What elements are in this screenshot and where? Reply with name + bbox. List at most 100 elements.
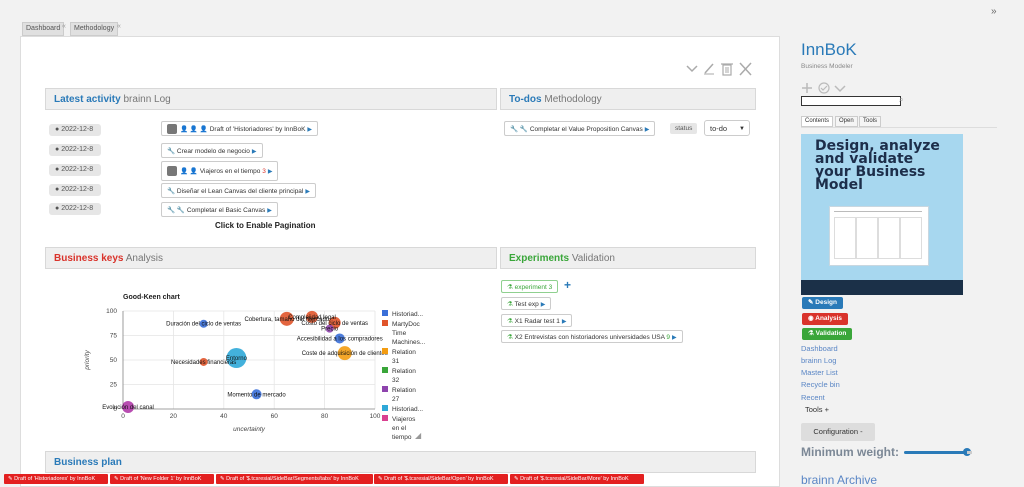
minimum-weight-label: Minimum weight: bbox=[801, 445, 899, 459]
experiment-item[interactable]: ⚗ experiment 3 bbox=[501, 280, 559, 293]
todos-header: To-dos Methodology bbox=[500, 88, 756, 110]
latest-activity-title: Latest activity bbox=[54, 94, 121, 105]
main-content: Latest activity brainn Log ● 2022-12-8 ●… bbox=[20, 36, 780, 487]
activity-date: ● 2022-12-8 bbox=[49, 144, 101, 156]
resize-handle-icon[interactable]: ◢ bbox=[415, 431, 421, 440]
cover-headline: Design, analyze and validate your Busine… bbox=[815, 138, 940, 193]
breadcrumb-methodology[interactable]: Methodology bbox=[70, 22, 119, 36]
data-label: Duración del ciclo de ventas bbox=[166, 322, 241, 328]
app-subtitle: Business Modeler bbox=[801, 63, 853, 70]
draft-tab[interactable]: ✎ Draft of 'New Folder 1' by InnBoK bbox=[110, 474, 214, 484]
breadcrumb-dashboard[interactable]: Dashboard bbox=[22, 22, 65, 36]
tab-divider bbox=[801, 127, 997, 128]
x-tick-label: 0 bbox=[121, 413, 125, 420]
trash-icon[interactable] bbox=[721, 63, 733, 76]
close-icon[interactable] bbox=[739, 62, 752, 76]
tab-open[interactable]: Open bbox=[835, 116, 858, 127]
chevron-down-icon[interactable] bbox=[834, 85, 846, 93]
pencil-icon[interactable] bbox=[704, 63, 714, 75]
link-dashboard[interactable]: Dashboard bbox=[801, 344, 838, 353]
x-tick-label: 20 bbox=[170, 413, 178, 420]
expand-sidebar-icon[interactable]: » bbox=[991, 6, 997, 17]
legend-label: Historiad... bbox=[392, 406, 423, 413]
wrench-icon: 🔧 bbox=[167, 188, 176, 195]
caret-right-icon: ▶ bbox=[267, 208, 272, 214]
add-experiment-button[interactable]: + bbox=[564, 278, 571, 292]
clock-icon: ● bbox=[55, 205, 60, 212]
y-tick-label: 50 bbox=[110, 357, 118, 364]
x-axis-label: uncertainty bbox=[233, 426, 266, 433]
slider-track-rest bbox=[966, 451, 972, 454]
tools-toggle[interactable]: Tools + bbox=[805, 405, 829, 414]
flask-icon: ⚗ bbox=[507, 284, 513, 291]
todos-title: To-dos bbox=[509, 94, 542, 105]
draft-tab[interactable]: ✎ Draft of 'Historiadores' by InnBoK bbox=[4, 474, 108, 484]
status-select[interactable]: to-do ▼ bbox=[704, 120, 750, 136]
clock-icon: ● bbox=[55, 146, 60, 153]
caret-right-icon: ▶ bbox=[251, 149, 257, 155]
caret-right-icon: ▶ bbox=[305, 189, 310, 195]
caret-right-icon: ▶ bbox=[540, 302, 546, 308]
flask-icon: ⚗ bbox=[507, 301, 513, 308]
search-icon[interactable]: ⌕ bbox=[899, 95, 903, 105]
plus-icon[interactable] bbox=[802, 83, 812, 93]
data-label: Accesibilidad a los compradores bbox=[297, 336, 383, 342]
minimum-weight-slider[interactable] bbox=[904, 448, 972, 456]
legend-swatch bbox=[382, 348, 388, 354]
chart-title: Good-Keen chart bbox=[123, 294, 180, 301]
legend-label: Relation 32 bbox=[392, 368, 416, 384]
link-brainn-log[interactable]: brainn Log bbox=[801, 356, 836, 365]
app-title[interactable]: InnBoK bbox=[801, 40, 857, 60]
avatar bbox=[167, 124, 177, 135]
clock-icon: ● bbox=[55, 126, 60, 133]
chevron-down-icon[interactable] bbox=[686, 65, 698, 73]
experiment-item[interactable]: ⚗ Test exp ▶ bbox=[501, 297, 552, 310]
analysis-button[interactable]: ◉ Analysis bbox=[802, 313, 848, 325]
user-icon: 👤 👤 👤 bbox=[180, 126, 208, 133]
activity-item[interactable]: 👤 👤 👤 Draft of 'Historiadores' by InnBoK… bbox=[161, 121, 319, 136]
data-label: Coste de adquisición de clientes bbox=[302, 351, 388, 357]
activity-item[interactable]: 👤 👤 Viajeros en el tiempo 3 ▶ bbox=[161, 161, 279, 181]
legend-label: Historiad... bbox=[392, 311, 423, 318]
draft-tab[interactable]: ✎ Draft of '$.tcsresial/SideBar/More' by… bbox=[510, 474, 644, 484]
x-tick-label: 60 bbox=[271, 413, 279, 420]
cover-image[interactable]: Design, analyze and validate your Busine… bbox=[801, 134, 963, 295]
draft-tab[interactable]: ✎ Draft of '$.tcsresial/SideBar/Open' by… bbox=[374, 474, 508, 484]
link-master-list[interactable]: Master List bbox=[801, 368, 838, 377]
tab-contents[interactable]: Contents bbox=[801, 116, 834, 127]
pagination-button[interactable]: Click to Enable Pagination bbox=[215, 221, 315, 230]
experiments-title: Experiments bbox=[509, 253, 570, 264]
todo-item[interactable]: 🔧 🔧 Completar el Value Proposition Canva… bbox=[504, 121, 656, 136]
wrench-icon: 🔧 🔧 bbox=[167, 207, 185, 214]
activity-item[interactable]: 🔧 Diseñar el Lean Canvas del cliente pri… bbox=[161, 183, 316, 198]
data-label: Evolución del canal bbox=[102, 405, 154, 411]
avatar bbox=[167, 166, 177, 177]
data-label: Momento de mercado bbox=[227, 392, 286, 398]
activity-item[interactable]: 🔧 Crear modelo de negocio ▶ bbox=[161, 143, 263, 158]
experiment-item[interactable]: ⚗ X2 Entrevistas con historiadores unive… bbox=[501, 330, 683, 343]
experiments-header: Experiments Validation bbox=[500, 247, 756, 269]
activity-date: ● 2022-12-8 bbox=[49, 164, 101, 176]
activity-item[interactable]: 🔧 🔧 Completar el Basic Canvas ▶ bbox=[161, 202, 278, 217]
x-tick-label: 80 bbox=[321, 413, 329, 420]
draft-tab[interactable]: ✎ Draft of '$.tcsresial/SideBar/Segments… bbox=[216, 474, 373, 484]
caret-right-icon: ▶ bbox=[672, 335, 677, 341]
check-circle-icon[interactable] bbox=[818, 82, 830, 94]
legend-label: Viajeros en el tiempo bbox=[392, 416, 416, 441]
experiment-item[interactable]: ⚗ X1 Radar test 1 ▶ bbox=[501, 314, 573, 327]
link-recent[interactable]: Recent bbox=[801, 393, 825, 402]
legend-swatch bbox=[382, 405, 388, 411]
design-button[interactable]: ✎ Design bbox=[802, 297, 843, 309]
caret-right-icon: ▶ bbox=[561, 319, 567, 325]
validation-button[interactable]: ⚗ Validation bbox=[802, 328, 853, 340]
y-tick-label: 25 bbox=[110, 382, 118, 389]
latest-activity-subtitle: brainn Log bbox=[123, 94, 171, 105]
search-input[interactable] bbox=[801, 96, 901, 106]
cover-canvas-illustration bbox=[829, 206, 929, 266]
caret-right-icon: ▶ bbox=[644, 127, 650, 133]
legend-label: Relation 31 bbox=[392, 349, 416, 365]
tab-tools[interactable]: Tools bbox=[859, 116, 882, 127]
configuration-button[interactable]: Configuration - bbox=[801, 423, 875, 441]
link-recycle-bin[interactable]: Recycle bin bbox=[801, 380, 840, 389]
caret-right-icon: ▶ bbox=[307, 127, 313, 133]
